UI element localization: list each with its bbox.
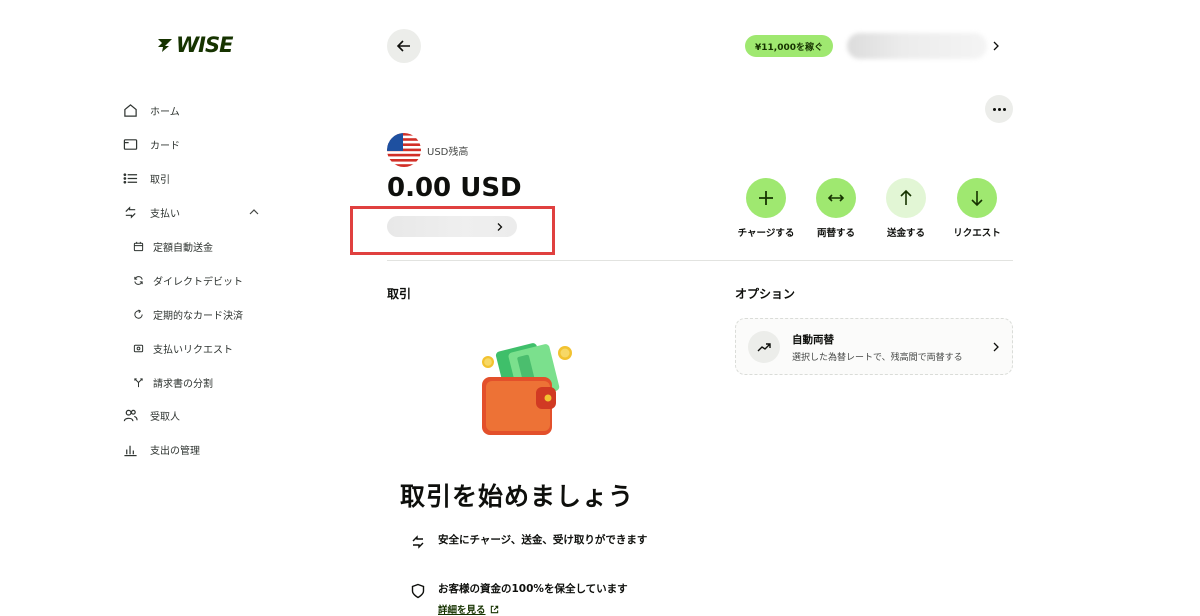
calendar-icon	[132, 240, 144, 252]
sidebar-item-transactions[interactable]: 取引	[122, 168, 170, 188]
profile-name-redacted[interactable]	[847, 33, 987, 59]
send-button[interactable]: 送金する	[870, 178, 942, 239]
sidebar-sub-label: 支払いリクエスト	[153, 344, 233, 356]
home-icon	[122, 102, 138, 118]
sidebar-item-label: ホーム	[150, 106, 180, 118]
request-icon	[132, 342, 144, 354]
chevron-up-icon[interactable]	[248, 206, 260, 218]
request-button[interactable]: リクエスト	[941, 178, 1013, 239]
shield-icon	[411, 583, 425, 599]
us-flag-icon	[387, 133, 421, 167]
sidebar-item-label: カード	[150, 140, 180, 152]
highlight-annotation	[350, 206, 555, 255]
sidebar-item-label: 受取人	[150, 411, 180, 423]
more-icon-dot	[997, 107, 1001, 111]
feature-item: お客様の資金の100%を保全しています	[410, 582, 678, 599]
list-icon	[122, 170, 138, 186]
feature-item: 安全にチャージ、送金、受け取りができます	[410, 533, 648, 550]
chevron-right-icon	[993, 342, 999, 352]
action-label: 両替する	[816, 228, 855, 239]
sidebar-sub-label: 定額自動送金	[153, 242, 213, 254]
sidebar-item-direct-debit[interactable]: ダイレクトデビット	[132, 271, 243, 289]
sidebar-item-payments[interactable]: 支払い	[122, 202, 180, 222]
sidebar-item-bill-split[interactable]: 請求書の分割	[132, 373, 213, 391]
balance-amount: 0.00 USD	[387, 173, 522, 203]
option-description: 選択した為替レートで、残高間で両替する	[792, 353, 963, 363]
balance-currency-label: USD残高	[427, 147, 469, 158]
sidebar-item-spending[interactable]: 支出の管理	[122, 439, 200, 459]
sidebar-item-home[interactable]: ホーム	[122, 100, 180, 120]
sidebar-item-label: 取引	[150, 174, 170, 186]
wise-logo[interactable]: WISE	[156, 33, 233, 57]
back-button[interactable]	[387, 29, 421, 63]
auto-convert-option[interactable]: 自動両替 選択した為替レートで、残高間で両替する	[735, 318, 1013, 375]
arrow-up-icon	[886, 178, 926, 218]
learn-more-link[interactable]: 詳細を見る	[438, 602, 499, 616]
wallet-illustration	[482, 343, 572, 435]
sidebar-item-card[interactable]: カード	[122, 134, 180, 154]
sidebar-item-recurring-card[interactable]: 定期的なカード決済	[132, 305, 243, 323]
chevron-right-icon[interactable]	[990, 40, 1002, 52]
sidebar-sub-label: 定期的なカード決済	[153, 310, 243, 322]
sidebar-item-label: 支払い	[150, 208, 180, 220]
option-title: 自動両替	[792, 334, 834, 346]
earn-badge[interactable]: ¥11,000を稼ぐ	[745, 35, 833, 57]
card-icon	[122, 136, 138, 152]
more-icon-dot	[992, 107, 996, 111]
split-icon	[132, 376, 144, 388]
sidebar-item-scheduled-transfer[interactable]: 定額自動送金	[132, 237, 213, 255]
chart-icon	[122, 441, 138, 457]
transfer-icon	[412, 535, 424, 549]
swap-icon	[816, 178, 856, 218]
charge-button[interactable]: チャージする	[730, 178, 802, 239]
payments-icon	[122, 204, 138, 220]
feature-text: 安全にチャージ、送金、受け取りができます	[438, 534, 648, 546]
convert-button[interactable]: 両替する	[800, 178, 872, 239]
options-section-title: オプション	[735, 287, 796, 301]
wise-flag-icon	[158, 39, 172, 52]
sidebar-item-label: 支出の管理	[150, 445, 200, 457]
sidebar-sub-label: 請求書の分割	[153, 378, 213, 390]
action-label: チャージする	[737, 228, 795, 239]
sidebar-sub-label: ダイレクトデビット	[153, 276, 243, 288]
arrow-down-icon	[957, 178, 997, 218]
more-options-button[interactable]	[985, 95, 1013, 123]
arrow-left-icon	[396, 40, 410, 52]
empty-state-heading: 取引を始めましょう	[400, 482, 635, 511]
external-link-icon	[490, 605, 498, 613]
repeat-icon	[132, 308, 144, 320]
feature-text: お客様の資金の100%を保全しています	[438, 583, 628, 595]
trend-up-icon	[748, 331, 780, 363]
action-label: 送金する	[886, 228, 925, 239]
divider	[387, 260, 1013, 261]
refresh-icon	[132, 274, 144, 286]
plus-icon	[746, 178, 786, 218]
transactions-section-title: 取引	[387, 287, 412, 301]
action-label: リクエスト	[953, 228, 1001, 239]
more-icon-dot	[1002, 107, 1006, 111]
sidebar-item-payment-request[interactable]: 支払いリクエスト	[132, 339, 233, 357]
link-label: 詳細を見る	[438, 605, 486, 616]
logo-text: WISE	[176, 33, 233, 57]
sidebar-item-recipients[interactable]: 受取人	[122, 405, 180, 425]
recipients-icon	[122, 407, 138, 423]
